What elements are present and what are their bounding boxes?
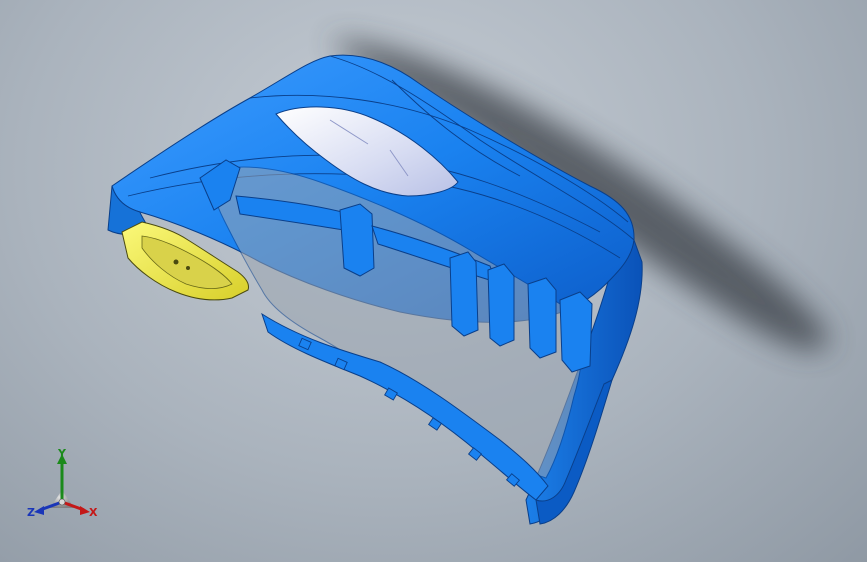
z-axis-label: Z	[27, 506, 35, 519]
y-axis-label: Y	[58, 447, 66, 460]
glovebox-detail	[186, 266, 190, 270]
model-canvas[interactable]	[0, 0, 867, 562]
glovebox-detail	[173, 259, 179, 265]
z-axis-arrow	[34, 506, 44, 515]
graphics-viewport[interactable]: Y X Z	[0, 0, 867, 562]
x-axis-label: X	[89, 506, 98, 519]
reference-triad: Y X Z	[22, 448, 106, 522]
